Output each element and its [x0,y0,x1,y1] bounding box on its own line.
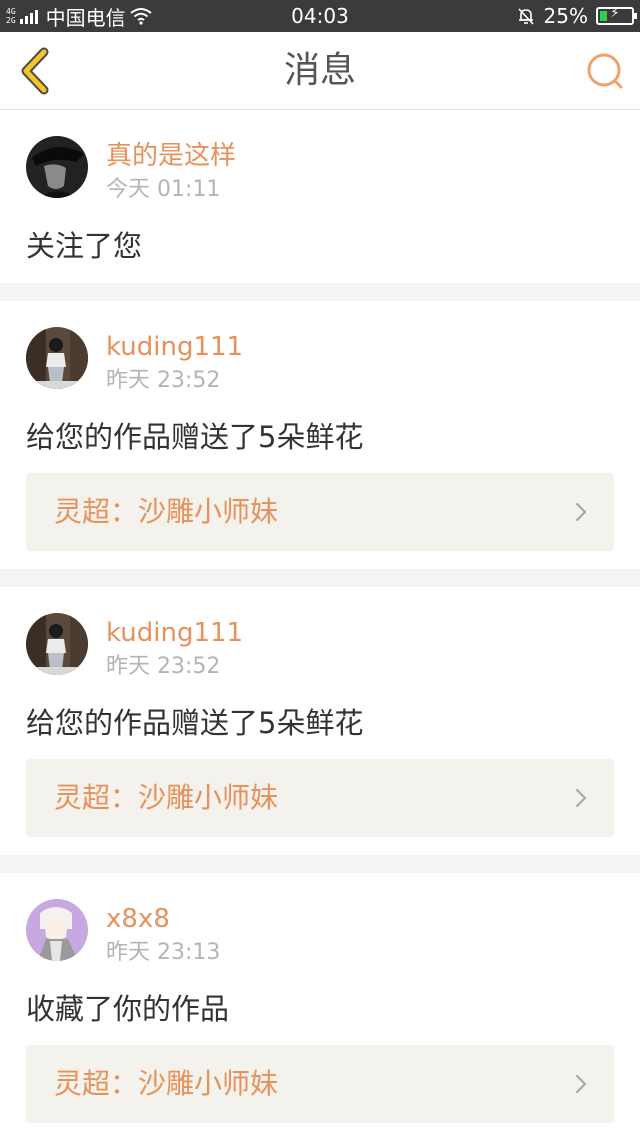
chevron-right-icon [575,502,587,522]
timestamp: 昨天 23:52 [106,654,221,679]
avatar-image [26,136,88,198]
timestamp: 今天 01:11 [106,177,221,202]
notification-card: 真的是这样 今天 01:11 关注了您 [0,110,640,283]
avatar[interactable] [26,136,88,198]
avatar-image [26,613,88,675]
charging-icon: ⚡ [610,6,620,21]
username[interactable]: kuding111 [106,331,243,363]
work-title: 灵超：沙雕小师妹 [54,1067,279,1100]
avatar-image [26,327,88,389]
status-bar: 4G 2G 中国电信 04:03 25% ⚡ [0,0,640,32]
notification-message: 给您的作品赠送了5朵鲜花 [26,420,364,454]
work-link[interactable]: 灵超：沙雕小师妹 [26,759,614,837]
username[interactable]: x8x8 [106,903,170,935]
notification-message: 给您的作品赠送了5朵鲜花 [26,706,364,740]
search-button[interactable] [584,50,626,92]
battery-percent: 25% [543,4,588,28]
work-link[interactable]: 灵超：沙雕小师妹 [26,473,614,551]
notification-message: 收藏了你的作品 [26,992,230,1026]
username[interactable]: 真的是这样 [106,140,236,172]
notification-card: x8x8 昨天 23:13 收藏了你的作品 灵超：沙雕小师妹 [0,873,640,1138]
page-title: 消息 [283,50,356,91]
work-title: 灵超：沙雕小师妹 [54,781,279,814]
timestamp: 昨天 23:13 [106,940,221,965]
chevron-right-icon [575,788,587,808]
avatar-image [26,899,88,961]
timestamp: 昨天 23:52 [106,368,221,393]
battery-icon: ⚡ [596,6,637,25]
avatar[interactable] [26,899,88,961]
notification-card: kuding111 昨天 23:52 给您的作品赠送了5朵鲜花 灵超：沙雕小师妹 [0,587,640,855]
notification-message: 关注了您 [26,229,143,263]
avatar[interactable] [26,327,88,389]
search-icon [587,53,623,89]
notification-list: 真的是这样 今天 01:11 关注了您 kuding111 昨天 23:52 给… [0,110,640,1138]
work-title: 灵超：沙雕小师妹 [54,495,279,528]
notification-card: kuding111 昨天 23:52 给您的作品赠送了5朵鲜花 灵超：沙雕小师妹 [0,301,640,569]
bell-off-icon [517,8,534,25]
chevron-right-icon [575,1074,587,1094]
nav-bar: 消息 [0,32,640,110]
avatar[interactable] [26,613,88,675]
work-link[interactable]: 灵超：沙雕小师妹 [26,1045,614,1123]
status-right: 25% ⚡ [516,0,637,32]
username[interactable]: kuding111 [106,617,243,649]
